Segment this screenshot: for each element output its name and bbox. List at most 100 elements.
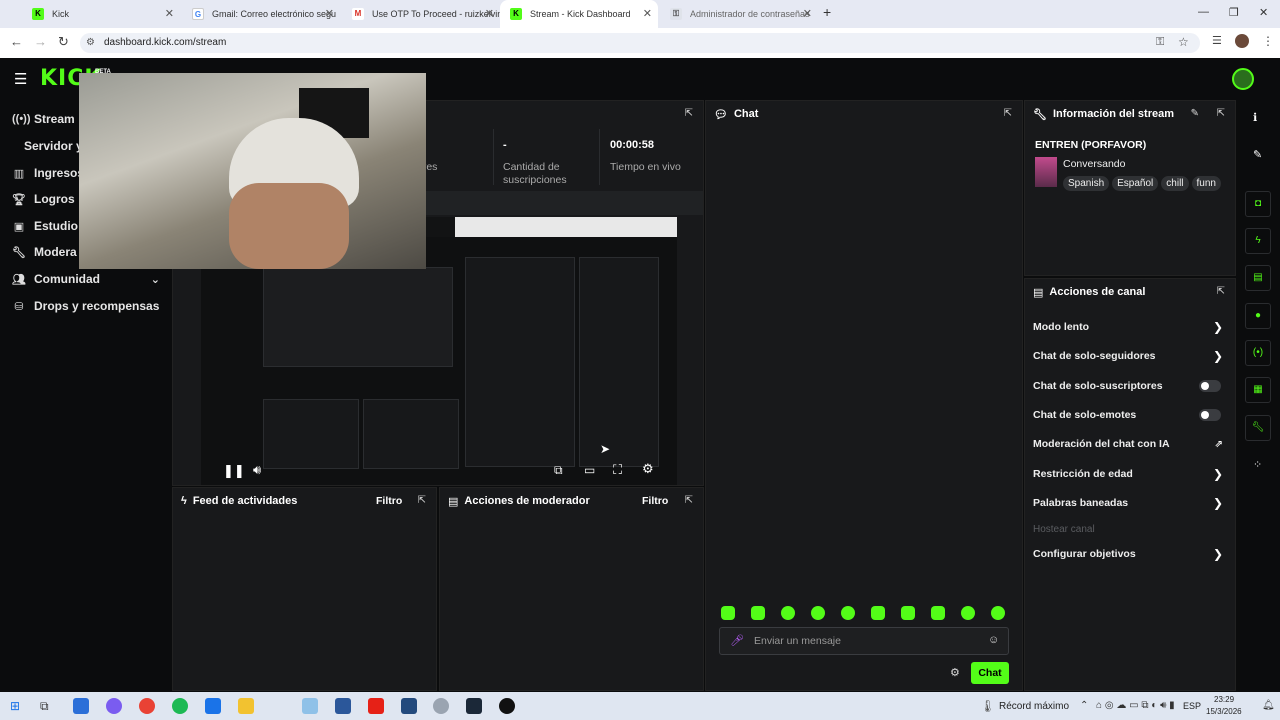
theater-icon[interactable]: ▭ — [584, 463, 595, 477]
copilot-icon[interactable] — [106, 698, 122, 714]
chat-input[interactable]: 🎤︎ Enviar un mensaje ☺ — [719, 627, 1009, 655]
rail-button-broadcast[interactable]: (•) — [1245, 340, 1271, 366]
site-info-icon[interactable]: ⚙ — [86, 37, 95, 48]
action-ai-moderation[interactable]: Moderación del chat con IA ⇗ — [1033, 434, 1225, 454]
weather-text[interactable]: Récord máximo — [999, 701, 1069, 712]
microphone-icon[interactable]: 🎤︎ — [730, 634, 744, 647]
task-view-icon[interactable]: ⧉ — [40, 699, 49, 714]
windows-start-icon[interactable]: ⊞ — [10, 699, 20, 713]
emote-icon[interactable] — [811, 606, 825, 620]
tray-icons[interactable]: ⌂ ◎ ☁ ▭ ⧉ ◐ 🔊︎ ▮ — [1096, 700, 1175, 711]
action-configure-goals[interactable]: Configurar objetivos ❯ — [1033, 544, 1225, 564]
clock-date[interactable]: 15/3/2026 — [1206, 707, 1242, 716]
emote-icon[interactable] — [751, 606, 765, 620]
settings-gear-icon[interactable]: ⚙ — [642, 461, 654, 477]
extensions-icon[interactable]: ☰ — [1212, 34, 1222, 47]
info-icon[interactable]: ℹ — [1253, 111, 1257, 124]
tab-gmail[interactable]: G Gmail: Correo electrónico segu ✕ — [182, 0, 340, 28]
expand-icon[interactable]: ⇱ — [1217, 108, 1225, 119]
action-slow-mode[interactable]: Modo lento ❯ — [1033, 317, 1225, 337]
minimize-icon[interactable]: — — [1198, 6, 1209, 18]
more-icon[interactable]: ⁘ — [1253, 458, 1262, 471]
spotify-icon[interactable] — [172, 698, 188, 714]
pause-icon[interactable]: ❚❚ — [223, 463, 245, 479]
expand-icon[interactable]: ⇱ — [418, 495, 426, 506]
filter-button[interactable]: Filtro — [376, 495, 402, 507]
rail-button-wrench[interactable]: 🔧︎ — [1245, 415, 1271, 441]
browser-menu-icon[interactable]: ⋮ — [1262, 34, 1274, 48]
tab-otp[interactable]: M Use OTP To Proceed - ruizkelvin ✕ — [342, 0, 500, 28]
sidebar-item-estudio[interactable]: ▣ Estudio — [12, 215, 78, 237]
fullscreen-icon[interactable]: ⛶ — [613, 462, 622, 478]
chrome-active-icon[interactable] — [433, 698, 449, 714]
bookmark-star-icon[interactable]: ☆ — [1178, 35, 1189, 49]
action-age-restriction[interactable]: Restricción de edad ❯ — [1033, 464, 1225, 484]
emote-icon[interactable] — [721, 606, 735, 620]
send-chat-button[interactable]: Chat — [971, 662, 1009, 684]
action-followers-only[interactable]: Chat de solo-seguidores ❯ — [1033, 346, 1225, 366]
emote-icon[interactable] — [931, 606, 945, 620]
url-text[interactable]: dashboard.kick.com/stream — [104, 37, 226, 48]
hamburger-menu-icon[interactable]: ☰ — [14, 70, 27, 88]
emote-icon[interactable] — [841, 606, 855, 620]
rail-button-layout[interactable]: ▦ — [1245, 377, 1271, 403]
rail-button-bolt[interactable]: ϟ — [1245, 228, 1271, 254]
reload-icon[interactable]: ↻ — [58, 34, 69, 50]
action-banned-words[interactable]: Palabras baneadas ❯ — [1033, 493, 1225, 513]
subscribers-only-toggle[interactable] — [1199, 380, 1221, 392]
sidebar-item-drops[interactable]: ⛁ Drops y recompensas — [12, 295, 159, 317]
rail-button-document[interactable]: ▤ — [1245, 265, 1271, 291]
emote-icon[interactable] — [991, 606, 1005, 620]
chrome-icon[interactable] — [139, 698, 155, 714]
word-icon[interactable] — [335, 698, 351, 714]
sidebar-item-stream[interactable]: ((•)) Stream — [12, 108, 75, 130]
new-tab-icon[interactable]: + — [823, 4, 831, 20]
emoji-icon[interactable]: ☺ — [988, 634, 999, 646]
close-tab-icon[interactable]: ✕ — [485, 7, 494, 20]
tab-kick-dashboard[interactable]: K Stream - Kick Dashboard ✕ — [500, 0, 658, 28]
user-avatar[interactable] — [1232, 68, 1254, 90]
tray-chevron-icon[interactable]: ⌃ — [1080, 700, 1088, 711]
edit-pencil-icon[interactable]: ✎ — [1253, 148, 1262, 161]
close-tab-icon[interactable]: ✕ — [803, 7, 812, 20]
rail-button-screenshot[interactable]: ◘ — [1245, 191, 1271, 217]
password-key-icon[interactable]: ⚿ — [1156, 36, 1164, 49]
pip-icon[interactable]: ⧉ — [554, 463, 563, 478]
profile-avatar[interactable] — [1235, 34, 1249, 48]
rail-button-chat[interactable]: ● — [1245, 303, 1271, 329]
store-icon[interactable] — [73, 698, 89, 714]
obs-icon[interactable] — [499, 698, 515, 714]
tab-kick[interactable]: K Kick ✕ — [22, 0, 180, 28]
clock-time[interactable]: 23:29 — [1214, 695, 1234, 704]
close-tab-icon[interactable]: ✕ — [643, 7, 652, 20]
back-icon[interactable]: ← — [10, 34, 23, 49]
sidebar-item-servidor[interactable]: Servidor y — [24, 135, 83, 157]
filter-button[interactable]: Filtro — [642, 495, 668, 507]
app-icon[interactable] — [401, 698, 417, 714]
chat-settings-gear-icon[interactable]: ⚙ — [950, 666, 960, 679]
notepad-icon[interactable] — [302, 698, 318, 714]
expand-icon[interactable]: ⇱ — [685, 108, 693, 119]
sidebar-item-moderacion[interactable]: 🔧︎ Modera — [12, 241, 77, 263]
close-window-icon[interactable]: ✕ — [1259, 6, 1268, 19]
address-bar[interactable]: ⚙ dashboard.kick.com/stream ⚿ ☆ — [80, 33, 1200, 53]
sidebar-item-logros[interactable]: 🏆︎ Logros — [12, 188, 75, 210]
edit-pencil-icon[interactable]: ✎ — [1191, 108, 1199, 119]
file-explorer-icon[interactable] — [238, 698, 254, 714]
close-tab-icon[interactable]: ✕ — [165, 7, 174, 20]
close-tab-icon[interactable]: ✕ — [325, 7, 334, 20]
notifications-icon[interactable]: 🔔︎ — [1262, 700, 1275, 711]
forward-icon[interactable]: → — [34, 34, 47, 49]
tab-password-manager[interactable]: ⚿ Administrador de contraseñas ✕ — [660, 0, 818, 28]
steam-icon[interactable] — [466, 698, 482, 714]
language-indicator[interactable]: ESP — [1183, 701, 1201, 711]
mail-icon[interactable] — [205, 698, 221, 714]
youtube-icon[interactable] — [368, 698, 384, 714]
sidebar-item-ingresos[interactable]: ▥ Ingresos — [12, 162, 84, 184]
restore-icon[interactable]: ❐ — [1229, 6, 1239, 19]
sidebar-item-comunidad[interactable]: 👥︎ Comunidad ⌄ — [12, 268, 160, 290]
emote-icon[interactable] — [961, 606, 975, 620]
volume-icon[interactable]: 🔊︎ — [253, 462, 261, 478]
expand-icon[interactable]: ⇱ — [685, 495, 693, 506]
emote-icon[interactable] — [871, 606, 885, 620]
